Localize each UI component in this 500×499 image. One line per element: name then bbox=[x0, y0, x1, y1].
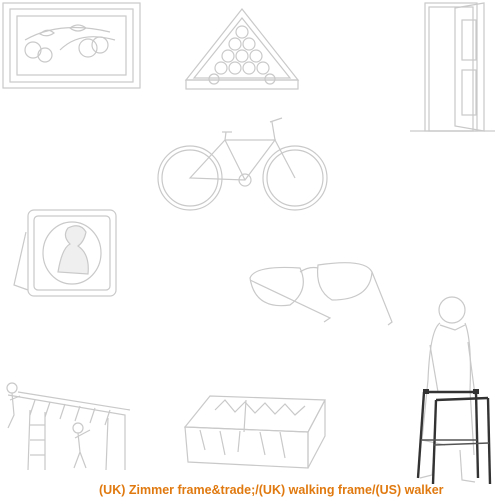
bicycle bbox=[157, 117, 328, 211]
eyeglasses bbox=[249, 262, 393, 326]
open-door bbox=[410, 2, 495, 132]
image-caption: (UK) Zimmer frame&trade;/(UK) walking fr… bbox=[99, 483, 444, 497]
framed-fruit-picture bbox=[2, 2, 141, 89]
plant-window-box bbox=[183, 395, 326, 469]
portrait-photo-frame bbox=[13, 209, 117, 297]
billiard-ball-rack bbox=[184, 8, 300, 90]
walking-frame bbox=[416, 389, 492, 485]
climbing-frame bbox=[6, 382, 131, 471]
elderly-man-with-walking-frame bbox=[416, 296, 492, 485]
illustration-canvas bbox=[2, 2, 495, 485]
